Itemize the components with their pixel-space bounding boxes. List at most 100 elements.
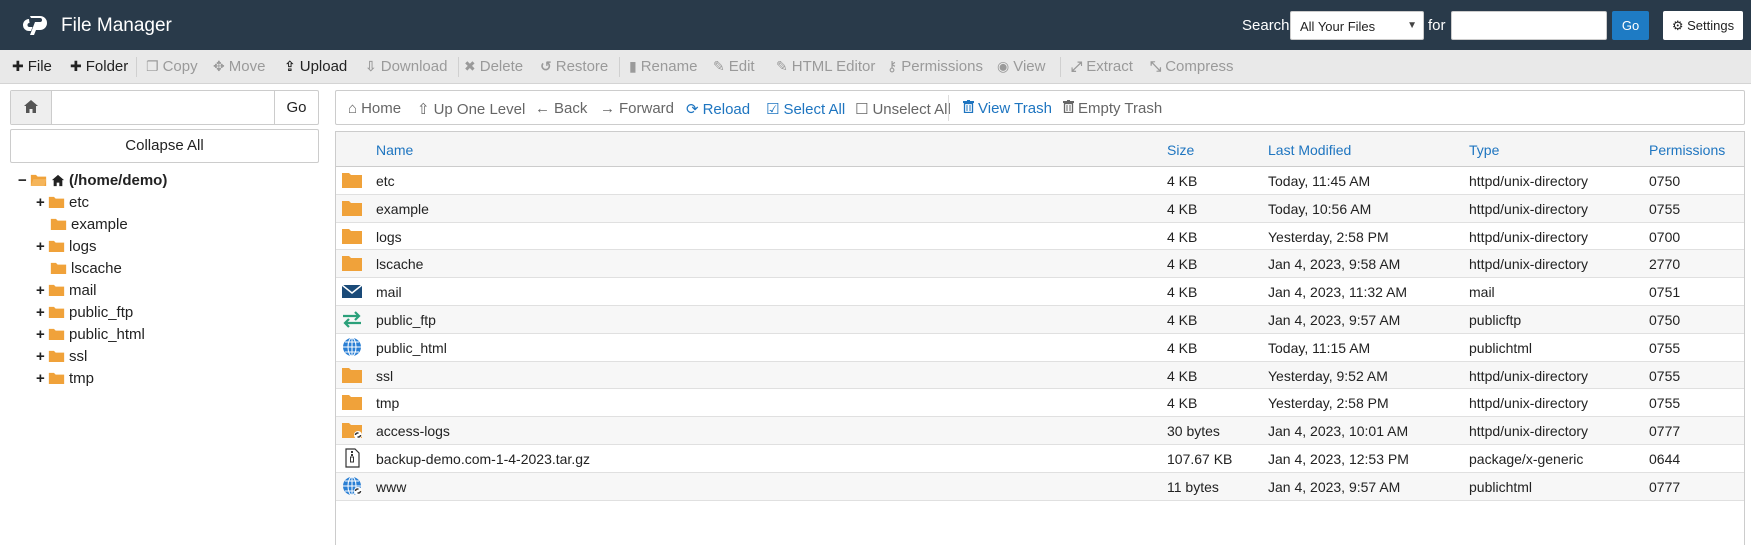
home-icon[interactable] (11, 91, 52, 124)
expand-toggle-icon[interactable]: + (36, 282, 48, 299)
nav-back-button[interactable]: ← Back (535, 100, 587, 117)
key-icon: ⚷ (887, 58, 898, 74)
tree-item-label: logs (69, 238, 97, 255)
cell-type: httpd/unix-directory (1469, 200, 1589, 217)
cell-type: httpd/unix-directory (1469, 173, 1589, 189)
table-row[interactable]: public_html 4 KB Today, 11:15 AM publichtml… (336, 334, 1744, 362)
folder-icon (341, 392, 363, 412)
edit-box-icon: ✎ (776, 58, 788, 74)
search-go-button[interactable]: Go (1612, 11, 1649, 40)
tree-item-public_ftp[interactable]: + public_ftp (36, 304, 133, 324)
tree-item-etc[interactable]: + etc (36, 194, 89, 214)
toolbar-extract-button[interactable]: ⤢ Extract (1071, 58, 1133, 75)
cell-type: httpd/unix-directory (1469, 228, 1589, 245)
search-scope-select[interactable]: All Your Files ▼ (1290, 11, 1424, 40)
cell-size: 4 KB (1167, 339, 1198, 356)
globe-symlink-icon (341, 476, 363, 496)
pencil-icon: ✎ (713, 58, 725, 74)
tree-item-logs[interactable]: + logs (36, 238, 97, 258)
table-row[interactable]: www 11 bytes Jan 4, 2023, 9:57 AM publichtm… (336, 472, 1744, 501)
nav-reload-button[interactable]: ⟳ Reload (686, 100, 750, 118)
home-icon: ⌂ (348, 100, 358, 117)
nav-view-trash-button[interactable]: View Trash (963, 100, 1052, 117)
toolbar-file-button[interactable]: ✚ File (12, 58, 52, 75)
toolbar-view-button[interactable]: ◉ View (997, 58, 1045, 75)
archive-file-icon (341, 448, 363, 468)
toolbar-divider (1060, 57, 1061, 77)
cell-type: httpd/unix-directory (1469, 256, 1589, 273)
column-header-last-modified[interactable]: Last Modified (1268, 142, 1351, 158)
cell-perms: 0750 (1649, 312, 1681, 328)
search-input[interactable] (1451, 11, 1607, 40)
toolbar-move-button[interactable]: ✥ Move (213, 58, 265, 75)
expand-toggle-icon[interactable]: + (36, 304, 48, 321)
tree-item-example[interactable]: example (36, 216, 128, 236)
expand-toggle-icon[interactable]: + (36, 194, 48, 211)
table-row[interactable]: ssl 4 KB Yesterday, 9:52 AM httpd/unix-dire… (336, 361, 1744, 390)
tree-item-ssl[interactable]: + ssl (36, 348, 87, 368)
folder-icon (341, 253, 363, 273)
table-row[interactable]: access-logs 30 bytes Jan 4, 2023, 10:01 AM… (336, 417, 1744, 445)
cell-modified: Yesterday, 2:58 PM (1268, 228, 1389, 245)
toolbar-rename-button[interactable]: ▮ Rename (629, 58, 697, 75)
table-row[interactable]: public_ftp 4 KB Jan 4, 2023, 9:57 AM public… (336, 306, 1744, 334)
expand-toggle-icon[interactable]: + (36, 238, 48, 255)
path-go-button[interactable]: Go (274, 91, 318, 124)
cell-perms: 0755 (1649, 200, 1681, 217)
expand-toggle-icon[interactable]: + (36, 348, 48, 365)
expand-toggle-icon[interactable]: + (36, 326, 48, 343)
tree-item-lscache[interactable]: lscache (36, 260, 122, 280)
column-header-type[interactable]: Type (1469, 142, 1499, 158)
toolbar-html-editor-button[interactable]: ✎ HTML Editor (776, 58, 875, 75)
settings-button[interactable]: ⚙ Settings (1663, 11, 1743, 40)
table-row[interactable]: backup-demo.com-1-4-2023.tar.gz 107.67 KB… (336, 445, 1744, 473)
table-row[interactable]: logs 4 KB Yesterday, 2:58 PM httpd/unix-dir… (336, 223, 1744, 251)
toolbar-copy-button[interactable]: ❐ Copy (146, 58, 198, 75)
toolbar-edit-button[interactable]: ✎ Edit (713, 58, 755, 75)
column-header-name[interactable]: Name (376, 142, 413, 158)
toolbar-permissions-button[interactable]: ⚷ Permissions (887, 58, 983, 75)
toolbar-folder-button[interactable]: ✚ Folder (70, 58, 128, 75)
expand-icon: ⤢ (1071, 58, 1083, 74)
toolbar-download-button[interactable]: ⇩ Download (365, 58, 447, 75)
toolbar-compress-button[interactable]: ⤡ Compress (1150, 58, 1234, 75)
chevron-down-icon: ▼ (1407, 20, 1417, 31)
column-header-size[interactable]: Size (1167, 142, 1194, 158)
collapse-toggle-icon[interactable]: − (18, 172, 30, 189)
toolbar-upload-button[interactable]: ⇪ Upload (284, 58, 347, 75)
table-row[interactable]: lscache 4 KB Jan 4, 2023, 9:58 AM httpd/uni… (336, 250, 1744, 279)
trash-icon (963, 100, 974, 117)
nav-unselect-all-button[interactable]: ☐ Unselect All (855, 100, 951, 118)
table-row[interactable]: example 4 KB Today, 10:56 AM httpd/unix-dir… (336, 194, 1744, 223)
expand-toggle-icon[interactable]: + (36, 370, 48, 387)
file-table: Name Size Last Modified Type Permissions etc… (335, 131, 1745, 545)
collapse-all-button[interactable]: Collapse All (10, 129, 319, 163)
cell-perms: 2770 (1649, 256, 1681, 273)
tree-item-label: public_html (69, 326, 145, 343)
tree-item-public_html[interactable]: + public_html (36, 326, 145, 346)
folder-icon (341, 226, 363, 246)
cell-size: 4 KB (1167, 256, 1198, 273)
toolbar-button-label: Rename (640, 58, 698, 75)
tree-root-item[interactable]: − (/home/demo) (18, 172, 167, 192)
table-row[interactable]: tmp 4 KB Yesterday, 2:58 PM httpd/unix-dire… (336, 389, 1744, 418)
toolbar-delete-button[interactable]: ✖ Delete (464, 58, 523, 75)
tree-item-tmp[interactable]: + tmp (36, 370, 94, 390)
table-row[interactable]: etc 4 KB Today, 11:45 AM httpd/unix-directo… (336, 167, 1744, 195)
forward-arrow-icon: → (600, 100, 615, 117)
cell-modified: Jan 4, 2023, 11:32 AM (1268, 284, 1408, 301)
column-header-permissions[interactable]: Permissions (1649, 142, 1725, 158)
nav-button-label: Empty Trash (1078, 100, 1163, 117)
table-row[interactable]: mail 4 KB Jan 4, 2023, 11:32 AM mail 0751 (336, 278, 1744, 306)
tree-item-mail[interactable]: + mail (36, 282, 97, 302)
nav-forward-button[interactable]: → Forward (600, 100, 674, 117)
nav-home-button[interactable]: ⌂ Home (348, 100, 401, 117)
cell-name: example (376, 200, 429, 217)
nav-select-all-button[interactable]: ☑ Select All (766, 100, 845, 118)
cell-perms: 0750 (1649, 173, 1681, 189)
toolbar-restore-button[interactable]: ↺ Restore (540, 58, 608, 75)
toolbar-button-label: Upload (299, 58, 348, 75)
tree-item-label: example (71, 216, 128, 233)
nav-up-one-level-button[interactable]: ⇧ Up One Level (417, 100, 525, 118)
nav-empty-trash-button[interactable]: Empty Trash (1063, 100, 1162, 117)
